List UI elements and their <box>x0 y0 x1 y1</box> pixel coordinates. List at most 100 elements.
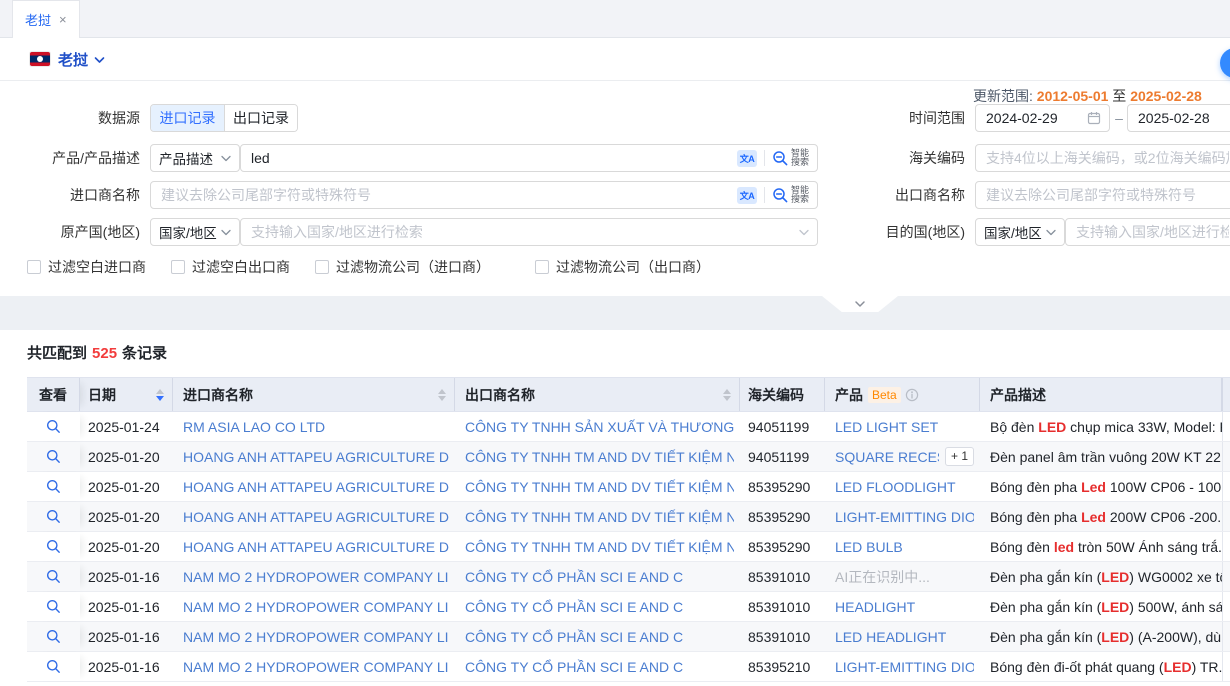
table-body: 2025-01-24 RM ASIA LAO CO LTD CÔNG TY TN… <box>27 412 1230 682</box>
view-record-button[interactable] <box>46 569 61 584</box>
record-date: 2025-01-16 <box>80 652 173 681</box>
product-link[interactable]: LED FLOODLIGHT <box>835 479 956 495</box>
exporter-link[interactable]: CÔNG TY CỔ PHẦN SCI E AND C <box>465 659 683 675</box>
product-description: Đèn pha gắn kín (LED) (A-200W), dù... <box>980 622 1222 651</box>
exporter-link[interactable]: CÔNG TY CỔ PHẦN SCI E AND C <box>465 569 683 585</box>
header-view: 查看 <box>27 378 80 411</box>
header-exporter[interactable]: 出口商名称 <box>455 378 740 411</box>
checkbox-icon[interactable] <box>535 260 549 274</box>
trade-data-app: 老挝 × 老挝 更新范围: 2012-05-01 至 2025-02-28 数据… <box>0 0 1230 686</box>
chevron-down-icon <box>221 155 231 162</box>
row-overflow <box>1222 502 1230 531</box>
chevron-down-icon <box>221 229 231 236</box>
origin-country-field <box>240 218 818 246</box>
checkbox-label: 过滤物流公司（出口商） <box>556 257 710 277</box>
collapse-filters-button[interactable] <box>822 296 898 312</box>
update-range: 更新范围: 2012-05-01 至 2025-02-28 <box>973 86 1202 106</box>
product-field-selected: 产品描述 <box>159 148 213 168</box>
smart-search-button[interactable]: 智能搜索 <box>772 186 809 205</box>
view-record-button[interactable] <box>46 629 61 644</box>
view-record-button[interactable] <box>46 509 61 524</box>
product-link[interactable]: LED HEADLIGHT <box>835 629 946 645</box>
exporter-link[interactable]: CÔNG TY TNHH SẢN XUẤT VÀ THƯƠNG M... <box>465 419 734 435</box>
hs-code-value: 94051199 <box>740 412 825 441</box>
magnifier-icon <box>46 509 61 524</box>
checkbox-icon[interactable] <box>171 260 185 274</box>
exporter-link[interactable]: CÔNG TY TNHH TM AND DV TIẾT KIỆM NĂ... <box>465 539 734 555</box>
filter-checkbox[interactable]: 过滤物流公司（进口商） <box>315 257 490 277</box>
hs-code-input[interactable] <box>976 146 1230 170</box>
product-link[interactable]: LIGHT-EMITTING DIO... <box>835 509 974 525</box>
exporter-link[interactable]: CÔNG TY TNHH TM AND DV TIẾT KIỆM NĂ... <box>465 509 734 525</box>
importer-label: 进口商名称 <box>0 181 140 209</box>
product-link[interactable]: LIGHT-EMITTING DIO... <box>835 659 974 675</box>
checkbox-icon[interactable] <box>27 260 41 274</box>
more-products-badge[interactable]: + 1 <box>945 447 974 466</box>
header-hs-code: 海关编码 <box>740 378 825 411</box>
checkbox-icon[interactable] <box>315 260 329 274</box>
view-record-button[interactable] <box>46 539 61 554</box>
importer-link[interactable]: HOANG ANH ATTAPEU AGRICULTURE DEVE... <box>183 539 449 555</box>
product-link[interactable]: HEADLIGHT <box>835 599 915 615</box>
sort-icon-importer[interactable] <box>438 389 448 401</box>
view-record-button[interactable] <box>46 599 61 614</box>
exporter-input[interactable] <box>976 183 1230 207</box>
destination-country-input[interactable] <box>1066 220 1230 244</box>
importer-input[interactable] <box>151 183 737 207</box>
start-date-input[interactable]: 2024-02-29 <box>975 104 1110 132</box>
sort-icon-exporter[interactable] <box>723 389 733 401</box>
importer-link[interactable]: HOANG ANH ATTAPEU AGRICULTURE DEVE... <box>183 449 449 465</box>
header-importer[interactable]: 进口商名称 <box>173 378 455 411</box>
product-link[interactable]: LED LIGHT SET <box>835 419 938 435</box>
importer-link[interactable]: NAM MO 2 HYDROPOWER COMPANY LIMI... <box>183 629 449 645</box>
importer-link[interactable]: HOANG ANH ATTAPEU AGRICULTURE DEVE... <box>183 509 449 525</box>
row-overflow <box>1222 442 1230 471</box>
magnifier-icon <box>46 539 61 554</box>
header-product: 产品 Beta <box>825 378 980 411</box>
smart-search-button[interactable]: 智能搜索 <box>772 149 809 168</box>
view-record-button[interactable] <box>46 479 61 494</box>
exporter-link[interactable]: CÔNG TY CỔ PHẦN SCI E AND C <box>465 629 683 645</box>
importer-field: 文A 智能搜索 <box>150 181 818 209</box>
product-field-select[interactable]: 产品描述 <box>150 144 240 172</box>
end-date-input[interactable]: 2025-02-28 <box>1127 104 1230 132</box>
origin-country-input[interactable] <box>241 220 799 244</box>
product-description: Bóng đèn pha Led 200W CP06 -200... <box>980 502 1222 531</box>
translate-icon[interactable]: 文A <box>737 150 757 167</box>
header-date[interactable]: 日期 <box>80 378 173 411</box>
chevron-down-icon[interactable] <box>94 51 105 67</box>
view-record-button[interactable] <box>46 449 61 464</box>
importer-link[interactable]: RM ASIA LAO CO LTD <box>183 419 325 435</box>
exporter-link[interactable]: CÔNG TY TNHH TM AND DV TIẾT KIỆM NĂ... <box>465 479 734 495</box>
row-overflow <box>1222 592 1230 621</box>
importer-link[interactable]: NAM MO 2 HYDROPOWER COMPANY LIMI... <box>183 569 449 585</box>
importer-link[interactable]: NAM MO 2 HYDROPOWER COMPANY LIMI... <box>183 659 449 675</box>
origin-country-label: 原产国(地区) <box>0 218 140 246</box>
product-link[interactable]: SQUARE RECESS... <box>835 449 939 465</box>
tab-close-icon[interactable]: × <box>59 13 67 26</box>
sort-icon-date[interactable] <box>156 389 166 401</box>
tab-export-records[interactable]: 出口记录 <box>224 105 297 131</box>
importer-link[interactable]: NAM MO 2 HYDROPOWER COMPANY LIMI... <box>183 599 449 615</box>
exporter-link[interactable]: CÔNG TY CỔ PHẦN SCI E AND C <box>465 599 683 615</box>
tab-laos[interactable]: 老挝 × <box>12 0 80 38</box>
smart-search-label-2: 搜索 <box>791 158 809 168</box>
view-record-button[interactable] <box>46 659 61 674</box>
divider <box>764 187 765 203</box>
filter-checkbox[interactable]: 过滤空白进口商 <box>27 257 146 277</box>
translate-icon[interactable]: 文A <box>737 187 757 204</box>
product-ai-recognizing: AI正在识别中... <box>835 567 930 587</box>
product-search-input[interactable] <box>241 146 737 170</box>
origin-country-select[interactable]: 国家/地区 <box>150 218 240 246</box>
destination-country-select[interactable]: 国家/地区 <box>975 218 1065 246</box>
view-record-button[interactable] <box>46 419 61 434</box>
hs-code-field <box>975 144 1230 172</box>
record-date: 2025-01-20 <box>80 502 173 531</box>
product-link[interactable]: LED BULB <box>835 539 903 555</box>
info-icon[interactable] <box>905 388 919 402</box>
tab-import-records[interactable]: 进口记录 <box>151 105 224 131</box>
filter-checkbox[interactable]: 过滤物流公司（出口商） <box>535 257 710 277</box>
importer-link[interactable]: HOANG ANH ATTAPEU AGRICULTURE DEVE... <box>183 479 449 495</box>
exporter-link[interactable]: CÔNG TY TNHH TM AND DV TIẾT KIỆM NĂ... <box>465 449 734 465</box>
filter-checkbox[interactable]: 过滤空白出口商 <box>171 257 290 277</box>
